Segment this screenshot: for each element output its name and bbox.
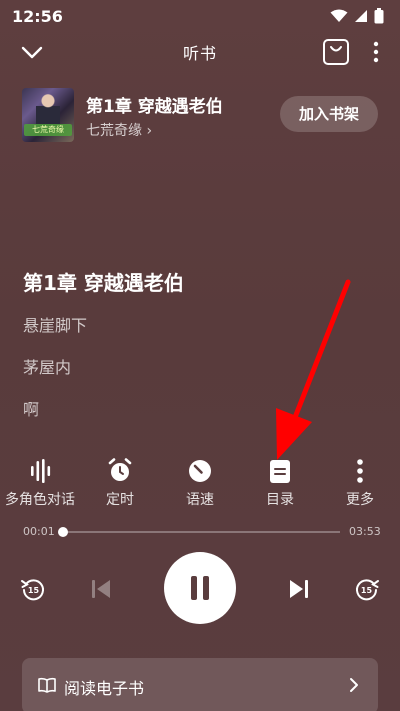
chapter-heading: 第1章 穿越遇老伯 xyxy=(23,271,184,295)
more-vertical-icon xyxy=(357,459,363,483)
control-row: 多角色对话 定时 语速 目录 更多 xyxy=(0,455,400,511)
catalog-list-icon xyxy=(270,460,290,483)
chapter-text: 悬崖脚下 茅屋内 啊 xyxy=(23,312,87,438)
book-title: 第1章 穿越遇老伯 xyxy=(86,97,223,117)
progress-thumb[interactable] xyxy=(58,527,69,537)
control-label: 目录 xyxy=(266,492,294,508)
chevron-right-icon xyxy=(350,678,358,692)
total-time: 03:53 xyxy=(349,525,381,538)
rewind-15-icon[interactable]: 15 xyxy=(20,576,46,602)
catalog-button[interactable]: 目录 xyxy=(240,455,320,511)
player-controls: 15 15 xyxy=(0,552,400,628)
more-menu-icon[interactable] xyxy=(368,39,384,65)
cover-figure xyxy=(36,94,60,128)
rewind-seconds: 15 xyxy=(28,586,40,595)
add-to-shelf-button[interactable]: 加入书架 xyxy=(280,96,378,132)
top-app-bar: 听书 xyxy=(0,34,400,70)
control-label: 语速 xyxy=(186,492,214,508)
wifi-icon xyxy=(330,9,348,22)
current-time: 00:01 xyxy=(23,525,55,538)
forward-15-icon[interactable]: 15 xyxy=(354,576,380,602)
control-label: 更多 xyxy=(346,492,374,508)
annotation-arrow xyxy=(276,279,351,460)
play-pause-button[interactable] xyxy=(164,552,236,624)
read-ebook-label: 阅读电子书 xyxy=(64,679,145,698)
read-ebook-bar[interactable]: 阅读电子书 xyxy=(22,658,378,711)
shopping-bag-icon[interactable] xyxy=(321,37,351,67)
forward-seconds: 15 xyxy=(361,586,373,595)
text-line: 悬崖脚下 xyxy=(23,316,88,335)
voice-wave-icon xyxy=(31,459,51,483)
open-book-icon xyxy=(38,677,56,693)
progress-track[interactable] xyxy=(58,527,340,537)
alarm-clock-icon xyxy=(108,458,132,481)
control-label: 多角色对话 xyxy=(5,492,75,508)
playback-progress: 00:01 03:53 xyxy=(0,522,400,542)
more-options-button[interactable]: 更多 xyxy=(320,455,400,511)
status-time: 12:56 xyxy=(12,6,63,26)
text-line: 茅屋内 xyxy=(23,358,72,377)
status-bar: 12:56 xyxy=(0,0,400,32)
speed-button[interactable]: 语速 xyxy=(160,455,240,511)
battery-icon xyxy=(374,8,384,24)
timer-button[interactable]: 定时 xyxy=(80,455,160,511)
book-cover[interactable]: 七荒奇缘 xyxy=(22,88,74,142)
book-info-row: 七荒奇缘 第1章 穿越遇老伯 七荒奇缘 › 加入书架 xyxy=(22,88,382,144)
speed-gauge-icon xyxy=(189,460,211,482)
text-line: 啊 xyxy=(23,400,40,419)
author-link[interactable]: 七荒奇缘 › xyxy=(86,120,152,140)
pause-icon xyxy=(191,576,209,600)
signal-icon xyxy=(355,10,367,22)
status-icons xyxy=(330,8,384,24)
multi-role-dialogue-button[interactable]: 多角色对话 xyxy=(0,455,80,511)
control-label: 定时 xyxy=(106,492,134,508)
cover-title: 七荒奇缘 xyxy=(24,124,72,136)
previous-chapter-icon[interactable] xyxy=(90,578,112,600)
next-chapter-icon[interactable] xyxy=(288,578,310,600)
